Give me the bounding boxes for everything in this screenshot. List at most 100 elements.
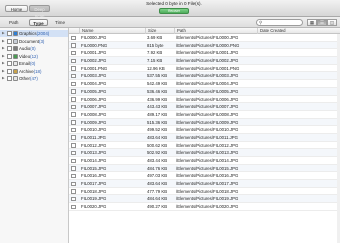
sidebar-item-graphics[interactable]: ▶ Graphics(2004) <box>0 30 68 37</box>
disclosure-triangle-icon[interactable]: ▶ <box>2 30 5 37</box>
sidebar-item-video[interactable]: ▶ Video(12) <box>0 53 68 60</box>
table-row[interactable]: FIL0012.JPG 500.62 KB/Elements/Pictures/F… <box>69 142 340 150</box>
sidebar-item-audio[interactable]: ▶ Audio(0) <box>0 45 68 52</box>
file-size: 483.44 KB <box>147 158 168 163</box>
file-size: 484.64 KB <box>147 196 168 202</box>
table-row[interactable]: FIL0016.JPG 497.03 KB/Elements/Pictures/F… <box>69 172 340 181</box>
table-row[interactable]: FIL0020.JPG 490.27 KB/Elements/Pictures/F… <box>69 203 340 211</box>
row-checkbox[interactable] <box>71 143 76 148</box>
disclosure-triangle-icon[interactable]: ▶ <box>2 68 5 75</box>
row-checkbox[interactable] <box>71 158 76 163</box>
file-path: /Elements/Pictures/FIL0006.JPG <box>176 96 239 102</box>
row-checkbox[interactable] <box>71 35 76 40</box>
row-checkbox[interactable] <box>71 58 76 64</box>
file-name: FIL0017.JPG <box>81 181 107 187</box>
row-checkbox[interactable] <box>71 112 76 117</box>
category-checkbox[interactable] <box>7 46 12 51</box>
row-checkbox[interactable] <box>71 189 76 194</box>
category-checkbox[interactable] <box>7 61 12 66</box>
row-checkbox[interactable] <box>71 97 76 102</box>
column-view-icon[interactable]: ◫ <box>327 19 337 26</box>
disclosure-triangle-icon[interactable]: ▶ <box>2 75 5 82</box>
home-button[interactable]: Home <box>5 5 28 12</box>
table-row[interactable]: FIL0001.PNG 12.96 KB/Elements/Pictures/FI… <box>69 65 340 73</box>
table-row[interactable]: FIL0013.JPG 502.92 KB/Elements/Pictures/F… <box>69 149 340 157</box>
table-row[interactable]: FIL0017.JPG 483.64 KB/Elements/Pictures/F… <box>69 180 340 188</box>
row-checkbox[interactable] <box>71 89 76 94</box>
file-path: /Elements/Pictures/FIL0000.PNG <box>176 42 240 48</box>
row-checkbox[interactable] <box>71 127 76 133</box>
row-checkbox[interactable] <box>71 204 76 210</box>
category-name: Archive <box>19 68 34 74</box>
file-name: FIL0001.PNG <box>81 65 108 71</box>
table-row[interactable]: FIL0003.JPG 537.55 KB/Elements/Pictures/F… <box>69 72 340 81</box>
table-row[interactable]: FIL0000.JPG 3.69 KB/Elements/Pictures/FIL… <box>69 34 340 42</box>
file-size: 489.17 KB <box>147 111 168 117</box>
file-name: FIL0009.JPG <box>81 119 107 125</box>
file-name: FIL0005.JPG <box>81 88 107 94</box>
row-checkbox[interactable] <box>71 43 76 48</box>
list-view-icon[interactable]: ☰ <box>317 19 327 26</box>
category-checkbox[interactable] <box>7 76 12 81</box>
row-checkbox[interactable] <box>71 166 76 171</box>
file-path: /Elements/Pictures/FIL0015.JPG <box>176 165 239 171</box>
row-checkbox[interactable] <box>71 173 76 179</box>
disclosure-triangle-icon[interactable]: ▶ <box>2 60 5 67</box>
disclosure-triangle-icon[interactable]: ▶ <box>2 45 5 52</box>
table-row[interactable]: FIL0000.PNG 815 byte/Elements/Pictures/FI… <box>69 41 340 50</box>
search-input[interactable]: ⚲ <box>256 19 303 26</box>
tab-time[interactable]: Time <box>52 19 68 26</box>
row-checkbox[interactable] <box>71 66 76 71</box>
row-checkbox[interactable] <box>71 73 76 79</box>
table-row[interactable]: FIL0015.JPG 484.76 KB/Elements/Pictures/F… <box>69 164 340 173</box>
file-size: 502.92 KB <box>147 150 168 156</box>
file-name: FIL0003.JPG <box>81 73 107 79</box>
table-row[interactable]: FIL0009.JPG 515.36 KB/Elements/Pictures/F… <box>69 118 340 127</box>
row-checkbox[interactable] <box>71 135 76 140</box>
sidebar-item-email[interactable]: ▶ Email(0) <box>0 60 68 67</box>
sidebar-item-other[interactable]: ▶ Other(47) <box>0 75 68 82</box>
grid-view-icon[interactable]: ▦ <box>307 19 317 26</box>
folder-icon <box>13 46 18 51</box>
table-row[interactable]: FIL0007.JPG 443.43 KB/Elements/Pictures/F… <box>69 103 340 111</box>
table-row[interactable]: FIL0018.JPG 477.79 KB/Elements/Pictures/F… <box>69 188 340 196</box>
file-name: FIL0008.JPG <box>81 111 107 117</box>
row-checkbox[interactable] <box>71 50 76 56</box>
file-path: /Elements/Pictures/FIL0003.JPG <box>176 73 239 79</box>
table-row[interactable]: FIL0006.JPG 436.99 KB/Elements/Pictures/F… <box>69 96 340 104</box>
table-row[interactable]: FIL0011.JPG 483.64 KB/Elements/Pictures/F… <box>69 133 340 142</box>
category-checkbox[interactable] <box>7 68 12 74</box>
table-row[interactable]: FIL0019.JPG 484.64 KB/Elements/Pictures/F… <box>69 195 340 204</box>
status-text: Selected 0 byte in 0 File(s). <box>146 1 202 6</box>
deep-scan-button[interactable]: Deep Scan <box>29 5 50 19</box>
row-checkbox[interactable] <box>71 150 76 156</box>
tab-type[interactable]: Type <box>29 19 48 26</box>
sidebar-item-document[interactable]: ▶ Document(3) <box>0 38 68 45</box>
row-checkbox[interactable] <box>71 104 76 110</box>
row-checkbox[interactable] <box>71 181 76 187</box>
category-count: (3) <box>39 38 45 44</box>
category-checkbox[interactable] <box>7 38 12 44</box>
disclosure-triangle-icon[interactable]: ▶ <box>2 38 5 45</box>
file-name: FIL0019.JPG <box>81 196 107 202</box>
category-checkbox[interactable] <box>7 53 12 59</box>
sidebar-item-label: Video(12) <box>19 53 38 60</box>
table-row[interactable]: FIL0005.JPG 536.46 KB/Elements/Pictures/F… <box>69 87 340 96</box>
recover-button[interactable]: Recover <box>159 8 189 14</box>
file-path: /Elements/Pictures/FIL0004.JPG <box>176 81 239 87</box>
table-row[interactable]: FIL0001.JPG 7.92 KB/Elements/Pictures/FIL… <box>69 49 340 58</box>
row-checkbox[interactable] <box>71 196 76 202</box>
disclosure-triangle-icon[interactable]: ▶ <box>2 53 5 60</box>
row-checkbox[interactable] <box>71 120 76 125</box>
tab-path[interactable]: Path <box>6 19 21 26</box>
category-checkbox[interactable] <box>7 31 12 36</box>
sidebar-item-archive[interactable]: ▶ Archive(18) <box>0 68 68 75</box>
table-row[interactable]: FIL0004.JPG 542.49 KB/Elements/Pictures/F… <box>69 80 340 88</box>
table-row[interactable]: FIL0014.JPG 483.44 KB/Elements/Pictures/F… <box>69 157 340 165</box>
row-checkbox[interactable] <box>71 81 76 87</box>
view-tab-bar: Path Type Time ⚲ ▦ ☰ ◫ <box>0 17 340 28</box>
table-row[interactable]: FIL0010.JPG 499.52 KB/Elements/Pictures/F… <box>69 126 340 134</box>
table-row[interactable]: FIL0008.JPG 489.17 KB/Elements/Pictures/F… <box>69 111 340 119</box>
table-row[interactable]: FIL0002.JPG 7.15 KB/Elements/Pictures/FIL… <box>69 57 340 65</box>
file-path: /Elements/Pictures/FIL0002.JPG <box>176 58 239 64</box>
